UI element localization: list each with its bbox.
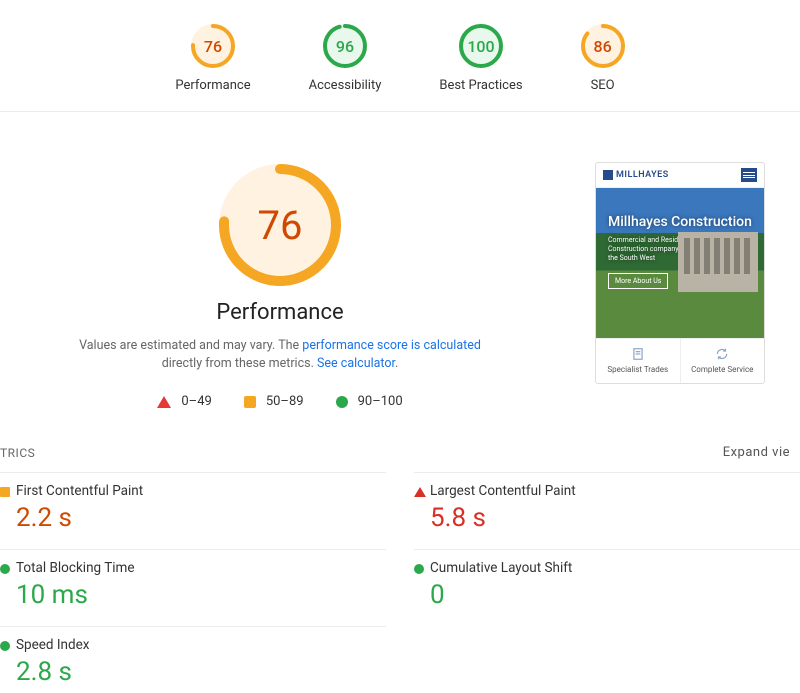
score-legend: 0–49 50–89 90–100 bbox=[157, 394, 402, 409]
preview-title: Millhayes Construction bbox=[608, 214, 752, 230]
metric-lcp[interactable]: Largest Contentful Paint 5.8 s bbox=[414, 472, 800, 539]
metric-value: 2.2 s bbox=[16, 503, 386, 533]
metric-name: Cumulative Layout Shift bbox=[430, 560, 800, 576]
score-label: Accessibility bbox=[309, 78, 382, 93]
legend-good: 90–100 bbox=[336, 394, 403, 409]
hero-title: Performance bbox=[216, 300, 343, 325]
hero-gauge-icon: 76 bbox=[217, 162, 343, 288]
legend-poor: 0–49 bbox=[157, 394, 211, 409]
hero-score-value: 76 bbox=[258, 202, 303, 249]
see-calculator-link[interactable]: See calculator bbox=[317, 356, 395, 371]
hamburger-icon bbox=[741, 168, 757, 182]
metric-tbt[interactable]: Total Blocking Time 10 ms bbox=[0, 549, 386, 616]
score-label: Best Practices bbox=[439, 78, 522, 93]
metric-name: Largest Contentful Paint bbox=[430, 483, 800, 499]
score-value: 100 bbox=[467, 37, 494, 56]
score-label: SEO bbox=[591, 78, 615, 93]
circle-icon bbox=[414, 564, 424, 574]
score-value: 96 bbox=[336, 37, 354, 56]
gauge-icon: 86 bbox=[581, 24, 625, 68]
metric-name: First Contentful Paint bbox=[16, 483, 386, 499]
square-icon bbox=[244, 396, 256, 408]
circle-icon bbox=[0, 564, 10, 574]
gauge-icon: 96 bbox=[323, 24, 367, 68]
score-seo[interactable]: 86 SEO bbox=[581, 24, 625, 93]
metric-cls[interactable]: Cumulative Layout Shift 0 bbox=[414, 549, 800, 616]
metric-name: Speed Index bbox=[16, 637, 386, 653]
document-icon bbox=[631, 347, 645, 361]
score-best-practices[interactable]: 100 Best Practices bbox=[439, 24, 522, 93]
metric-name: Total Blocking Time bbox=[16, 560, 386, 576]
metric-value: 5.8 s bbox=[430, 503, 800, 533]
square-icon bbox=[0, 487, 10, 497]
page-screenshot-preview: MILLHAYES Millhayes Construction Commerc… bbox=[595, 162, 765, 384]
gauge-icon: 100 bbox=[459, 24, 503, 68]
metric-value: 2.8 s bbox=[16, 657, 386, 687]
metrics-grid: First Contentful Paint 2.2 s Largest Con… bbox=[0, 472, 800, 693]
score-label: Performance bbox=[175, 78, 250, 93]
triangle-icon bbox=[157, 396, 171, 408]
score-value: 86 bbox=[594, 37, 612, 56]
metric-value: 0 bbox=[430, 580, 800, 610]
circle-icon bbox=[336, 396, 348, 408]
metrics-heading: TRICS bbox=[0, 446, 35, 460]
score-value: 76 bbox=[204, 37, 222, 56]
expand-view-link[interactable]: Expand vie bbox=[723, 445, 790, 460]
refresh-icon bbox=[715, 347, 729, 361]
score-accessibility[interactable]: 96 Accessibility bbox=[309, 24, 382, 93]
metric-speed-index[interactable]: Speed Index 2.8 s bbox=[0, 626, 386, 693]
metric-fcp[interactable]: First Contentful Paint 2.2 s bbox=[0, 472, 386, 539]
performance-hero: 76 Performance Values are estimated and … bbox=[0, 112, 800, 445]
score-performance[interactable]: 76 Performance bbox=[175, 24, 250, 93]
preview-logo: MILLHAYES bbox=[603, 170, 669, 180]
triangle-icon bbox=[414, 487, 426, 497]
perf-score-link[interactable]: performance score is calculated bbox=[302, 338, 481, 353]
preview-cta: More About Us bbox=[608, 273, 668, 289]
score-summary-row: 76 Performance 96 Accessibility 100 Best… bbox=[0, 0, 800, 112]
hero-note: Values are estimated and may vary. The p… bbox=[75, 337, 485, 372]
metric-value: 10 ms bbox=[16, 580, 386, 610]
gauge-icon: 76 bbox=[191, 24, 235, 68]
legend-mid: 50–89 bbox=[244, 394, 304, 409]
